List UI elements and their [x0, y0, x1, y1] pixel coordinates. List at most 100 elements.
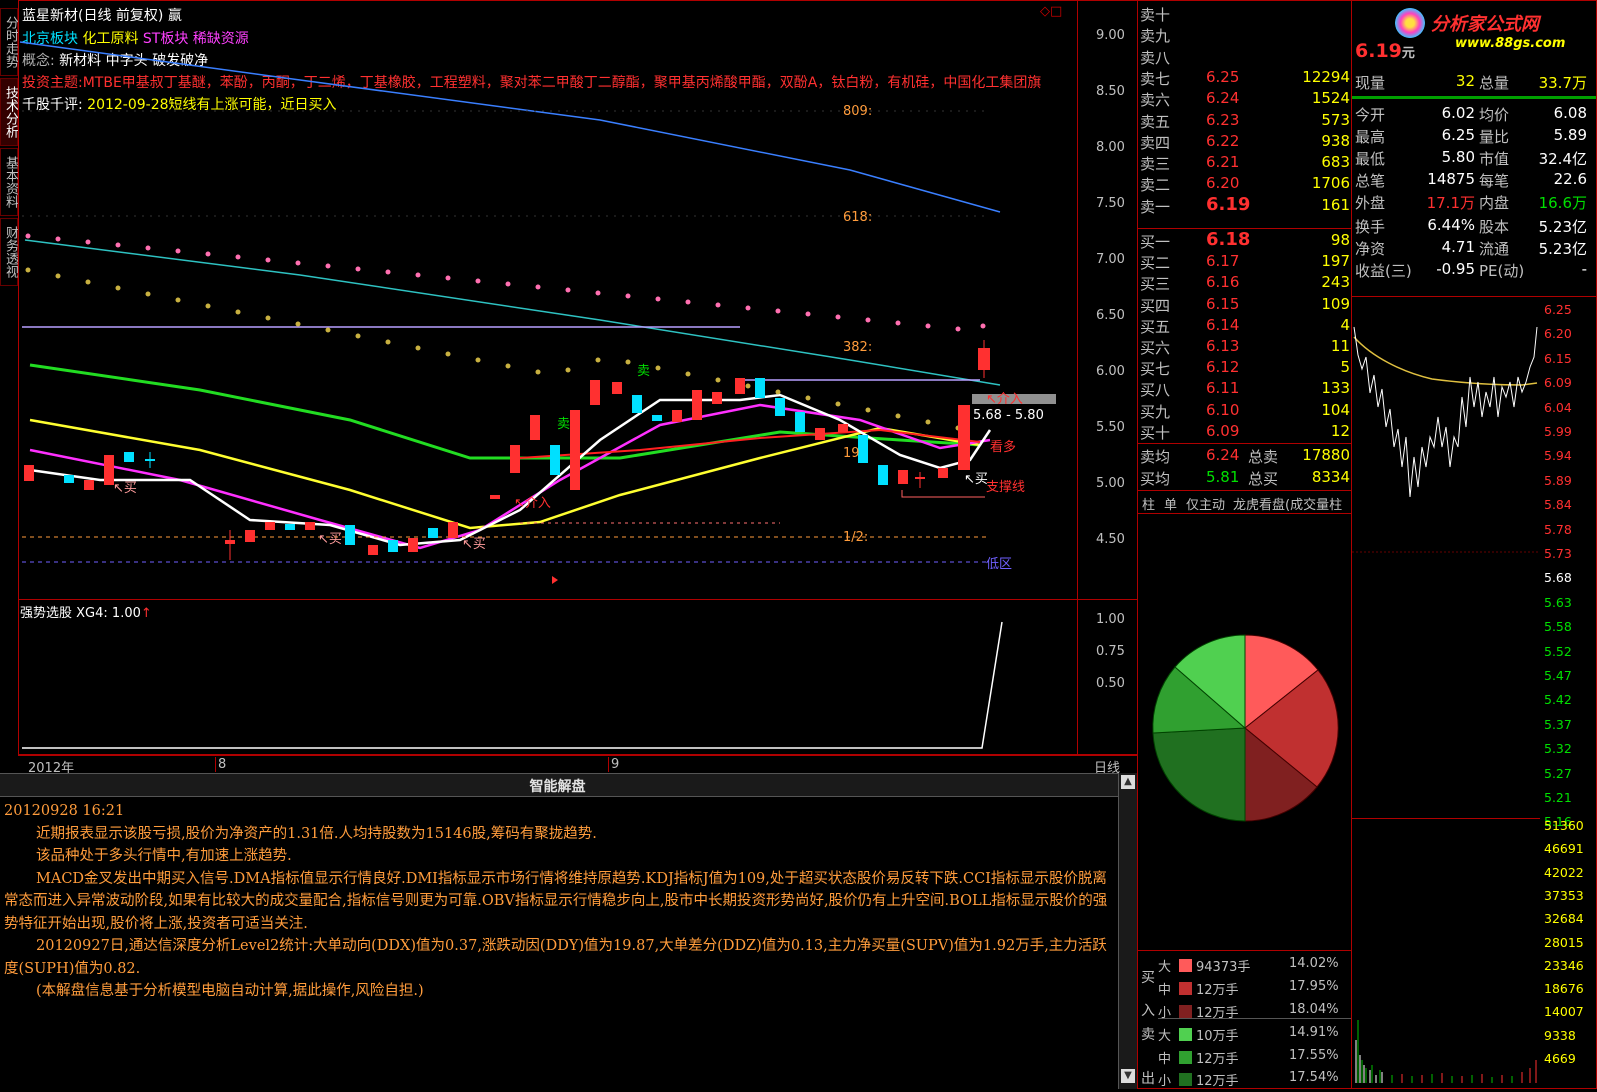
quote-label: 收益(三) [1355, 262, 1412, 280]
month-label: 9 [608, 757, 619, 772]
quote-row: 收益(三) -0.95 PE(动) - [1355, 260, 1591, 282]
bid-level-label: 买九 [1140, 402, 1171, 421]
sell-signal: 卖 [557, 417, 571, 432]
flow-row: 中 12万手 17.55% [1141, 1048, 1351, 1070]
tab-longhu[interactable]: 龙虎看盘(成交量柱 [1233, 494, 1342, 513]
ask-level-label: 卖六 [1140, 91, 1171, 110]
scroll-up-icon[interactable]: ▲ [1121, 775, 1135, 789]
quote-row: 总笔 14875 每笔 22.6 [1355, 170, 1591, 192]
indicator-tick: 1.00 [1096, 612, 1125, 627]
bid-row[interactable]: 买十 6.09 12 [1140, 422, 1350, 443]
bid-price: 6.17 [1206, 252, 1240, 271]
buy-signal: ↖买 [318, 532, 342, 547]
ask-row[interactable]: 卖七 6.25 12294 [1140, 68, 1350, 89]
ask-row[interactable]: 卖八 [1140, 47, 1350, 68]
tab-active-only[interactable]: 仅主动 [1186, 494, 1225, 513]
bid-volume: 4 [1340, 315, 1350, 334]
quote-value: 5.23亿 [1538, 218, 1587, 236]
intraday-tick: 5.89 [1544, 472, 1572, 488]
ask-volume: 573 [1321, 110, 1350, 129]
flow-color-swatch [1179, 1028, 1192, 1041]
fib-19-label: 19 [843, 446, 860, 461]
ask-row[interactable]: 卖二 6.20 1706 [1140, 174, 1350, 195]
quote-label: 量比 [1479, 128, 1510, 146]
total-ask-label: 总卖 [1248, 448, 1279, 466]
ask-price: 6.22 [1206, 131, 1240, 150]
ask-row[interactable]: 卖九 [1140, 25, 1350, 46]
bullish-label: 看多 [990, 440, 1017, 455]
bid-row[interactable]: 买四 6.15 109 [1140, 295, 1350, 316]
intraday-tick: 5.27 [1544, 765, 1572, 781]
ask-price: 6.21 [1206, 153, 1240, 172]
ask-volume: 161 [1321, 195, 1350, 214]
ask-row[interactable]: 卖五 6.23 573 [1140, 111, 1350, 132]
bid-row[interactable]: 买九 6.10 104 [1140, 401, 1350, 422]
flow-size: 大 [1158, 960, 1172, 975]
sell-signal: 卖 [637, 364, 651, 379]
bid-row[interactable]: 买二 6.17 197 [1140, 252, 1350, 273]
bid-row[interactable]: 买三 6.16 243 [1140, 273, 1350, 294]
bid-row[interactable]: 买五 6.14 4 [1140, 316, 1350, 337]
flow-color-swatch [1179, 959, 1192, 972]
total-bid-label: 总买 [1248, 470, 1279, 488]
volume-tick: 32684 [1544, 911, 1584, 927]
quote-value: 5.80 [1441, 148, 1475, 166]
bid-level-label: 买二 [1140, 254, 1171, 273]
bid-price: 6.14 [1206, 315, 1240, 334]
bid-price: 6.16 [1206, 273, 1240, 292]
quote-row: 净资 4.71 流通 5.23亿 [1355, 238, 1591, 260]
ask-row[interactable]: 卖六 6.24 1524 [1140, 89, 1350, 110]
price-tick: 9.00 [1096, 28, 1125, 43]
intraday-tick: 5.21 [1544, 790, 1572, 805]
ask-row[interactable]: 卖三 6.21 683 [1140, 153, 1350, 174]
flow-row: 大 94373手 14.02% [1141, 956, 1351, 978]
scroll-down-icon[interactable]: ▼ [1121, 1069, 1135, 1083]
flow-row: 中 12万手 17.95% [1141, 979, 1351, 1001]
price-tick: 8.50 [1096, 84, 1125, 99]
intervene-signal: ↖介入 [514, 496, 551, 511]
intraday-tick: 5.84 [1544, 497, 1572, 513]
flow-percent: 17.54% [1289, 1070, 1339, 1085]
flow-amount: 12万手 [1196, 983, 1239, 998]
ask-price: 6.23 [1206, 110, 1240, 129]
tab-single[interactable]: 单 [1164, 494, 1177, 513]
quote-value: 32 [1455, 72, 1475, 90]
bid-row[interactable]: 买八 6.11 133 [1140, 379, 1350, 400]
ask-row[interactable]: 卖四 6.22 938 [1140, 132, 1350, 153]
ask-row[interactable]: 卖十 [1140, 4, 1350, 25]
quote-row: 换手 6.44% 股本 5.23亿 [1355, 216, 1591, 238]
fib-618-label: 618: [843, 210, 873, 225]
flow-amount: 12万手 [1196, 1052, 1239, 1067]
price-unit: 元 [1401, 46, 1415, 61]
bid-row[interactable]: 买七 6.12 5 [1140, 358, 1350, 379]
bid-row[interactable]: 买六 6.13 11 [1140, 337, 1350, 358]
analysis-scrollbar[interactable]: ▲ ▼ [1118, 773, 1137, 1089]
quote-value: 6.25 [1441, 126, 1475, 144]
intraday-tick: 5.37 [1544, 716, 1572, 732]
price-tick: 8.00 [1096, 140, 1125, 155]
quote-label: 换手 [1355, 218, 1386, 236]
ask-level-label: 卖八 [1140, 48, 1171, 67]
bid-level-label: 买一 [1140, 233, 1171, 251]
bid-level-label: 买六 [1140, 339, 1171, 357]
flow-size: 中 [1158, 983, 1172, 998]
buy-signal: ↖买 [462, 537, 486, 552]
bid-row[interactable]: 买一 6.18 98 [1140, 229, 1350, 252]
quote-value: 6.08 [1553, 104, 1587, 122]
quote-value: 5.89 [1553, 126, 1587, 144]
intraday-tick: 6.09 [1544, 375, 1572, 391]
price-range-label: 5.68 - 5.80 [973, 408, 1044, 423]
brand-name: 分析家公式网 [1431, 14, 1539, 35]
intraday-tick: 5.32 [1544, 741, 1572, 757]
quote-value: 16.6万 [1538, 194, 1587, 212]
analysis-paragraph: 20120927日,通达信深度分析Level2统计:大单动向(DDX)值为0.3… [4, 938, 1107, 977]
intraday-tick: 5.94 [1544, 448, 1572, 464]
book-summary: 卖均 6.24 总卖 17880 买均 5.81 总买 8334 [1140, 446, 1350, 490]
ask-row[interactable]: 卖一 6.19 161 [1140, 194, 1350, 217]
price-tick: 5.00 [1096, 476, 1125, 491]
intraday-tick: 5.99 [1544, 424, 1572, 439]
intraday-tick: 5.68 [1544, 570, 1572, 586]
flow-divider [1138, 950, 1351, 951]
quote-label: 总量 [1479, 74, 1510, 92]
tab-bar[interactable]: 柱 [1142, 494, 1155, 513]
